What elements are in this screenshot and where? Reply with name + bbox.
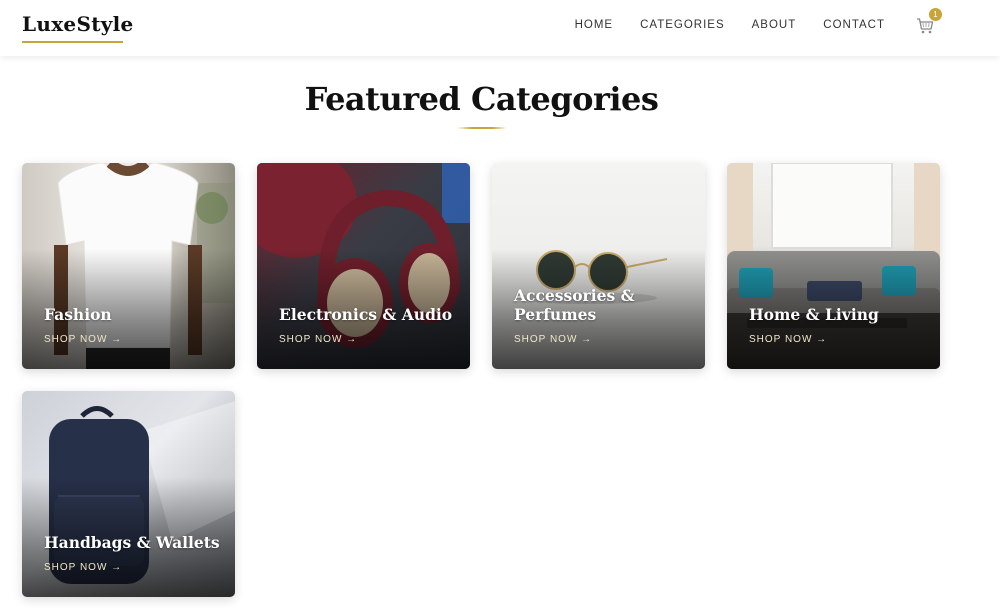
brand-logo[interactable]: LuxeStyle xyxy=(22,12,134,36)
nav-about[interactable]: ABOUT xyxy=(752,19,797,31)
shop-now-link[interactable]: SHOP NOW → xyxy=(514,334,592,345)
category-card-handbags[interactable]: Handbags & Wallets SHOP NOW → xyxy=(22,391,235,597)
cart-icon xyxy=(917,18,934,34)
category-card-home[interactable]: Home & Living SHOP NOW → xyxy=(727,163,940,369)
main-nav: HOME CATEGORIES ABOUT CONTACT 1 xyxy=(575,0,1000,50)
shop-now-link[interactable]: SHOP NOW → xyxy=(44,562,122,573)
shop-now-link[interactable]: SHOP NOW → xyxy=(279,334,357,345)
title-divider xyxy=(457,127,507,129)
site-header: LuxeStyle HOME CATEGORIES ABOUT CONTACT … xyxy=(0,0,1000,56)
category-title: Fashion xyxy=(44,305,112,324)
logo-underline xyxy=(22,41,123,43)
nav-home[interactable]: HOME xyxy=(575,19,614,31)
category-title: Electronics & Audio xyxy=(279,305,453,324)
nav-contact[interactable]: CONTACT xyxy=(823,19,885,31)
cart-count-badge: 1 xyxy=(929,8,942,21)
category-title: Home & Living xyxy=(749,305,879,324)
shop-now-link[interactable]: SHOP NOW → xyxy=(749,334,827,345)
category-card-fashion[interactable]: Fashion SHOP NOW → xyxy=(22,163,235,369)
shop-now-link[interactable]: SHOP NOW → xyxy=(44,334,122,345)
section-title: Featured Categories xyxy=(304,80,659,118)
category-title: Handbags & Wallets xyxy=(44,533,220,552)
nav-categories[interactable]: CATEGORIES xyxy=(640,19,725,31)
category-title: Accessories & Perfumes xyxy=(514,286,635,324)
category-card-accessories[interactable]: Accessories & Perfumes SHOP NOW → xyxy=(492,163,705,369)
cart-button[interactable]: 1 xyxy=(916,8,942,36)
category-card-electronics[interactable]: Electronics & Audio SHOP NOW → xyxy=(257,163,470,369)
